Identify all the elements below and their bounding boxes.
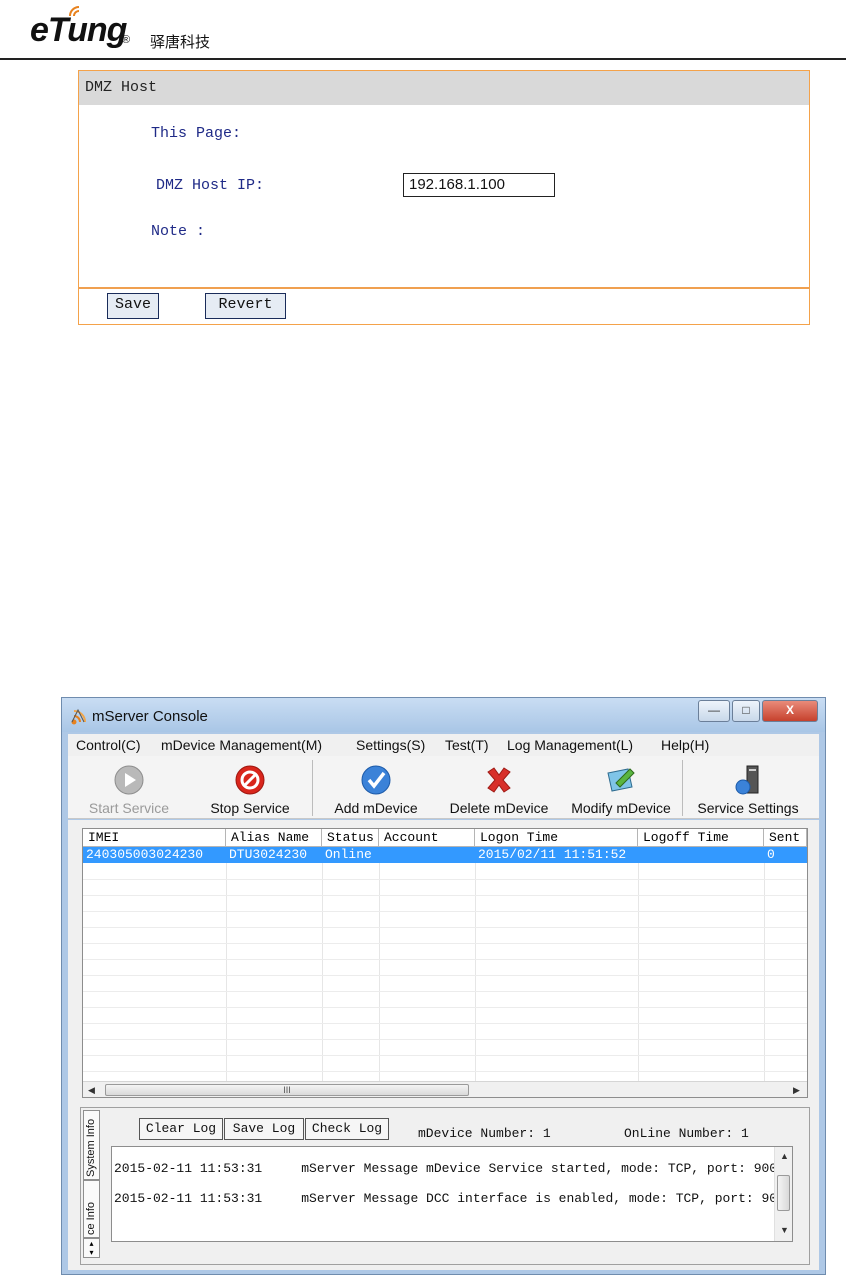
log-line: 2015-02-11 11:53:31 mServer Message mDev… bbox=[114, 1161, 785, 1176]
scroll-down-icon[interactable]: ▼ bbox=[780, 1225, 789, 1235]
device-table: IMEI Alias Name Status Account Logon Tim… bbox=[82, 828, 808, 1098]
scrollbar-thumb[interactable] bbox=[777, 1175, 790, 1211]
scroll-right-icon[interactable]: ▶ bbox=[793, 1085, 800, 1096]
edit-icon bbox=[607, 768, 635, 792]
wifi-signal-icon bbox=[71, 708, 86, 725]
log-line: 2015-02-11 11:53:31 mServer Message DCC … bbox=[114, 1191, 793, 1206]
vertical-scrollbar[interactable]: ▲ ▼ bbox=[774, 1147, 792, 1241]
column-header-account[interactable]: Account bbox=[379, 829, 475, 847]
dmz-host-ip-input[interactable]: 192.168.1.100 bbox=[403, 173, 555, 197]
add-mdevice-button[interactable]: Add mDevice bbox=[322, 756, 430, 818]
grid-line bbox=[83, 975, 807, 976]
menu-control[interactable]: Control(C) bbox=[76, 737, 141, 753]
maximize-button[interactable]: □ bbox=[732, 700, 760, 722]
grid-line bbox=[83, 943, 807, 944]
revert-button[interactable]: Revert bbox=[205, 293, 286, 319]
grid-line bbox=[83, 1039, 807, 1040]
stop-service-label: Stop Service bbox=[210, 800, 290, 816]
menu-test[interactable]: Test(T) bbox=[445, 737, 489, 753]
note-label: Note : bbox=[151, 223, 206, 240]
cell-imei: 240305003024230 bbox=[86, 847, 204, 862]
log-output: 2015-02-11 11:53:31 mServer Message mDev… bbox=[111, 1146, 793, 1242]
cell-logoff-time bbox=[638, 847, 764, 863]
delete-x-icon bbox=[487, 767, 511, 793]
clear-log-button[interactable]: Clear Log bbox=[139, 1118, 223, 1140]
tab-device-info[interactable]: ce Info bbox=[83, 1180, 100, 1238]
modify-mdevice-label: Modify mDevice bbox=[571, 800, 671, 816]
grid-line bbox=[83, 1071, 807, 1072]
modify-mdevice-button[interactable]: Modify mDevice bbox=[562, 756, 680, 818]
column-header-logoff-time[interactable]: Logoff Time bbox=[638, 829, 764, 847]
menu-mdevice-management[interactable]: mDevice Management(M) bbox=[161, 737, 322, 753]
company-name: 驿唐科技 bbox=[150, 33, 211, 51]
tab-system-info[interactable]: System Info bbox=[83, 1110, 100, 1180]
online-number-text: OnLine Number: 1 bbox=[624, 1126, 749, 1141]
grid-line bbox=[83, 1007, 807, 1008]
cell-status: Online bbox=[325, 847, 372, 862]
add-mdevice-label: Add mDevice bbox=[334, 800, 418, 816]
column-header-status[interactable]: Status bbox=[322, 829, 379, 847]
menu-settings[interactable]: Settings(S) bbox=[356, 737, 425, 753]
mserver-console-window: mServer Console — □ X Control(C) mDevice… bbox=[61, 697, 826, 1275]
scroll-up-icon[interactable]: ▲ bbox=[780, 1151, 789, 1161]
vertical-tabs: System Info ce Info ▴ ▾ bbox=[83, 1110, 101, 1258]
grid-line bbox=[83, 879, 807, 880]
grid-line bbox=[83, 927, 807, 928]
play-icon bbox=[114, 765, 144, 795]
dmz-host-ip-label: DMZ Host IP: bbox=[156, 177, 265, 194]
grid-line bbox=[83, 1023, 807, 1024]
checkmark-icon bbox=[361, 765, 391, 795]
cell-account bbox=[379, 847, 475, 863]
dmz-host-panel: DMZ Host This Page: DMZ Host IP: 192.168… bbox=[78, 70, 810, 325]
main-content: IMEI Alias Name Status Account Logon Tim… bbox=[68, 820, 819, 1270]
registered-mark: ® bbox=[122, 34, 131, 46]
dmz-footer-divider bbox=[79, 287, 809, 289]
service-settings-label: Service Settings bbox=[697, 800, 799, 816]
window-title: mServer Console bbox=[92, 708, 208, 725]
grid-line bbox=[83, 895, 807, 896]
close-button[interactable]: X bbox=[762, 700, 818, 722]
toolbar-separator bbox=[312, 760, 313, 816]
grid-line bbox=[83, 991, 807, 992]
toolbar: Start Service Stop Service Add mDevice D… bbox=[68, 756, 819, 819]
column-header-imei[interactable]: IMEI bbox=[83, 829, 226, 847]
cell-sent: 0 bbox=[767, 847, 775, 862]
header-divider bbox=[0, 58, 846, 60]
grid-line bbox=[83, 959, 807, 960]
window-titlebar[interactable]: mServer Console — □ X bbox=[62, 698, 825, 732]
menu-log-management[interactable]: Log Management(L) bbox=[507, 737, 633, 753]
grid-line bbox=[83, 911, 807, 912]
column-header-sent[interactable]: Sent bbox=[764, 829, 807, 847]
column-header-alias-name[interactable]: Alias Name bbox=[226, 829, 322, 847]
tab-scroll-arrows[interactable]: ▴ ▾ bbox=[83, 1238, 100, 1258]
save-log-button[interactable]: Save Log bbox=[224, 1118, 304, 1140]
stop-icon bbox=[235, 765, 265, 795]
save-button[interactable]: Save bbox=[107, 293, 159, 319]
cell-alias-name: DTU3024230 bbox=[229, 847, 308, 862]
column-header-logon-time[interactable]: Logon Time bbox=[475, 829, 638, 847]
signal-waves-icon bbox=[69, 6, 80, 17]
delete-mdevice-label: Delete mDevice bbox=[449, 800, 549, 816]
start-service-label: Start Service bbox=[88, 800, 170, 816]
menu-bar: Control(C) mDevice Management(M) Setting… bbox=[68, 734, 819, 756]
grid-line bbox=[83, 1055, 807, 1056]
dmz-panel-header: DMZ Host bbox=[79, 71, 809, 105]
minimize-button[interactable]: — bbox=[698, 700, 730, 722]
start-service-button[interactable]: Start Service bbox=[74, 756, 184, 818]
delete-mdevice-button[interactable]: Delete mDevice bbox=[440, 756, 558, 818]
cell-logon-time: 2015/02/11 11:51:52 bbox=[478, 847, 627, 862]
scrollbar-thumb[interactable]: III bbox=[105, 1084, 469, 1096]
mdevice-number-text: mDevice Number: 1 bbox=[418, 1126, 551, 1141]
dmz-panel-title: DMZ Host bbox=[85, 79, 158, 96]
menu-help[interactable]: Help(H) bbox=[661, 737, 709, 753]
server-settings-icon bbox=[735, 765, 759, 795]
toolbar-separator bbox=[682, 760, 683, 816]
check-log-button[interactable]: Check Log bbox=[305, 1118, 389, 1140]
this-page-label: This Page: bbox=[151, 125, 242, 142]
scroll-left-icon[interactable]: ◀ bbox=[88, 1085, 95, 1096]
log-panel: System Info ce Info ▴ ▾ Clear Log Save Lo… bbox=[80, 1107, 810, 1265]
horizontal-scrollbar[interactable]: ◀ III ▶ bbox=[83, 1081, 807, 1097]
stop-service-button[interactable]: Stop Service bbox=[198, 756, 302, 818]
service-settings-button[interactable]: Service Settings bbox=[686, 756, 810, 818]
